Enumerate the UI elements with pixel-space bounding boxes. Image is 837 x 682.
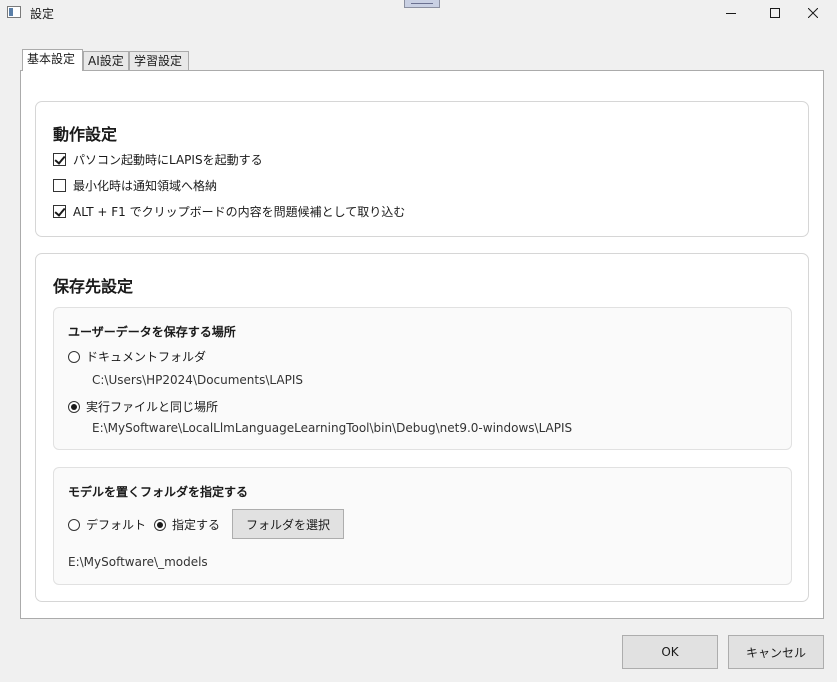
model-default-radio[interactable] bbox=[68, 518, 80, 531]
minimize-icon bbox=[726, 13, 736, 14]
minimize-to-tray-label: 最小化時は通知領域へ格納 bbox=[73, 179, 218, 193]
option-executable-folder[interactable]: 実行ファイルと同じ場所 bbox=[68, 398, 218, 415]
storage-group: 保存先設定 ユーザーデータを保存する場所 ドキュメントフォルダ C:\Users… bbox=[35, 253, 809, 602]
model-specify-radio[interactable] bbox=[154, 518, 166, 531]
model-folder-title: モデルを置くフォルダを指定する bbox=[68, 485, 249, 499]
model-default-label: デフォルト bbox=[86, 518, 147, 532]
drag-handle[interactable] bbox=[404, 0, 440, 8]
tab-panel: 動作設定 パソコン起動時にLAPISを起動する 最小化時は通知領域へ格納 ALT… bbox=[20, 70, 824, 619]
option-documents-folder[interactable]: ドキュメントフォルダ bbox=[68, 348, 206, 365]
select-folder-button[interactable]: フォルダを選択 bbox=[232, 509, 344, 539]
documents-folder-label: ドキュメントフォルダ bbox=[86, 350, 207, 364]
user-data-location-title: ユーザーデータを保存する場所 bbox=[68, 325, 236, 339]
model-folder-group: モデルを置くフォルダを指定する デフォルト 指定する フォルダを選択 E:\My… bbox=[53, 467, 792, 585]
close-icon bbox=[808, 8, 818, 18]
close-button[interactable] bbox=[790, 0, 836, 26]
option-minimize-to-tray[interactable]: 最小化時は通知領域へ格納 bbox=[53, 177, 217, 194]
model-specify-label: 指定する bbox=[172, 518, 221, 532]
behavior-group: 動作設定 パソコン起動時にLAPISを起動する 最小化時は通知領域へ格納 ALT… bbox=[35, 101, 809, 237]
behavior-title: 動作設定 bbox=[53, 125, 118, 144]
tab-ai-settings[interactable]: AI設定 bbox=[83, 51, 129, 70]
executable-folder-radio[interactable] bbox=[68, 400, 80, 413]
title-bar[interactable]: 設定 bbox=[0, 0, 837, 26]
storage-title: 保存先設定 bbox=[53, 277, 134, 296]
user-data-location-group: ユーザーデータを保存する場所 ドキュメントフォルダ C:\Users\HP202… bbox=[53, 307, 792, 450]
minimize-to-tray-checkbox[interactable] bbox=[53, 179, 66, 192]
executable-folder-label: 実行ファイルと同じ場所 bbox=[86, 400, 219, 414]
launch-on-startup-label: パソコン起動時にLAPISを起動する bbox=[73, 153, 263, 167]
minimize-button[interactable] bbox=[708, 0, 754, 26]
clipboard-capture-label: ALT + F1 でクリップボードの内容を問題候補として取り込む bbox=[73, 205, 406, 219]
tab-basic-settings[interactable]: 基本設定 bbox=[22, 49, 83, 71]
launch-on-startup-checkbox[interactable] bbox=[53, 153, 66, 166]
option-model-default[interactable]: デフォルト bbox=[68, 516, 146, 533]
tab-learning-settings[interactable]: 学習設定 bbox=[129, 51, 189, 70]
app-window-icon bbox=[7, 6, 21, 18]
model-folder-path: E:\MySoftware\_models bbox=[68, 555, 208, 569]
option-clipboard-capture[interactable]: ALT + F1 でクリップボードの内容を問題候補として取り込む bbox=[53, 203, 405, 220]
documents-folder-radio[interactable] bbox=[68, 350, 80, 363]
option-launch-on-startup[interactable]: パソコン起動時にLAPISを起動する bbox=[53, 151, 263, 168]
window-title: 設定 bbox=[30, 7, 55, 21]
maximize-icon bbox=[770, 8, 780, 18]
ok-button[interactable]: OK bbox=[622, 635, 718, 669]
option-model-specify[interactable]: 指定する bbox=[154, 516, 220, 533]
documents-folder-path: C:\Users\HP2024\Documents\LAPIS bbox=[92, 373, 303, 387]
executable-folder-path: E:\MySoftware\LocalLlmLanguageLearningTo… bbox=[92, 421, 573, 435]
clipboard-capture-checkbox[interactable] bbox=[53, 205, 66, 218]
cancel-button[interactable]: キャンセル bbox=[728, 635, 824, 669]
